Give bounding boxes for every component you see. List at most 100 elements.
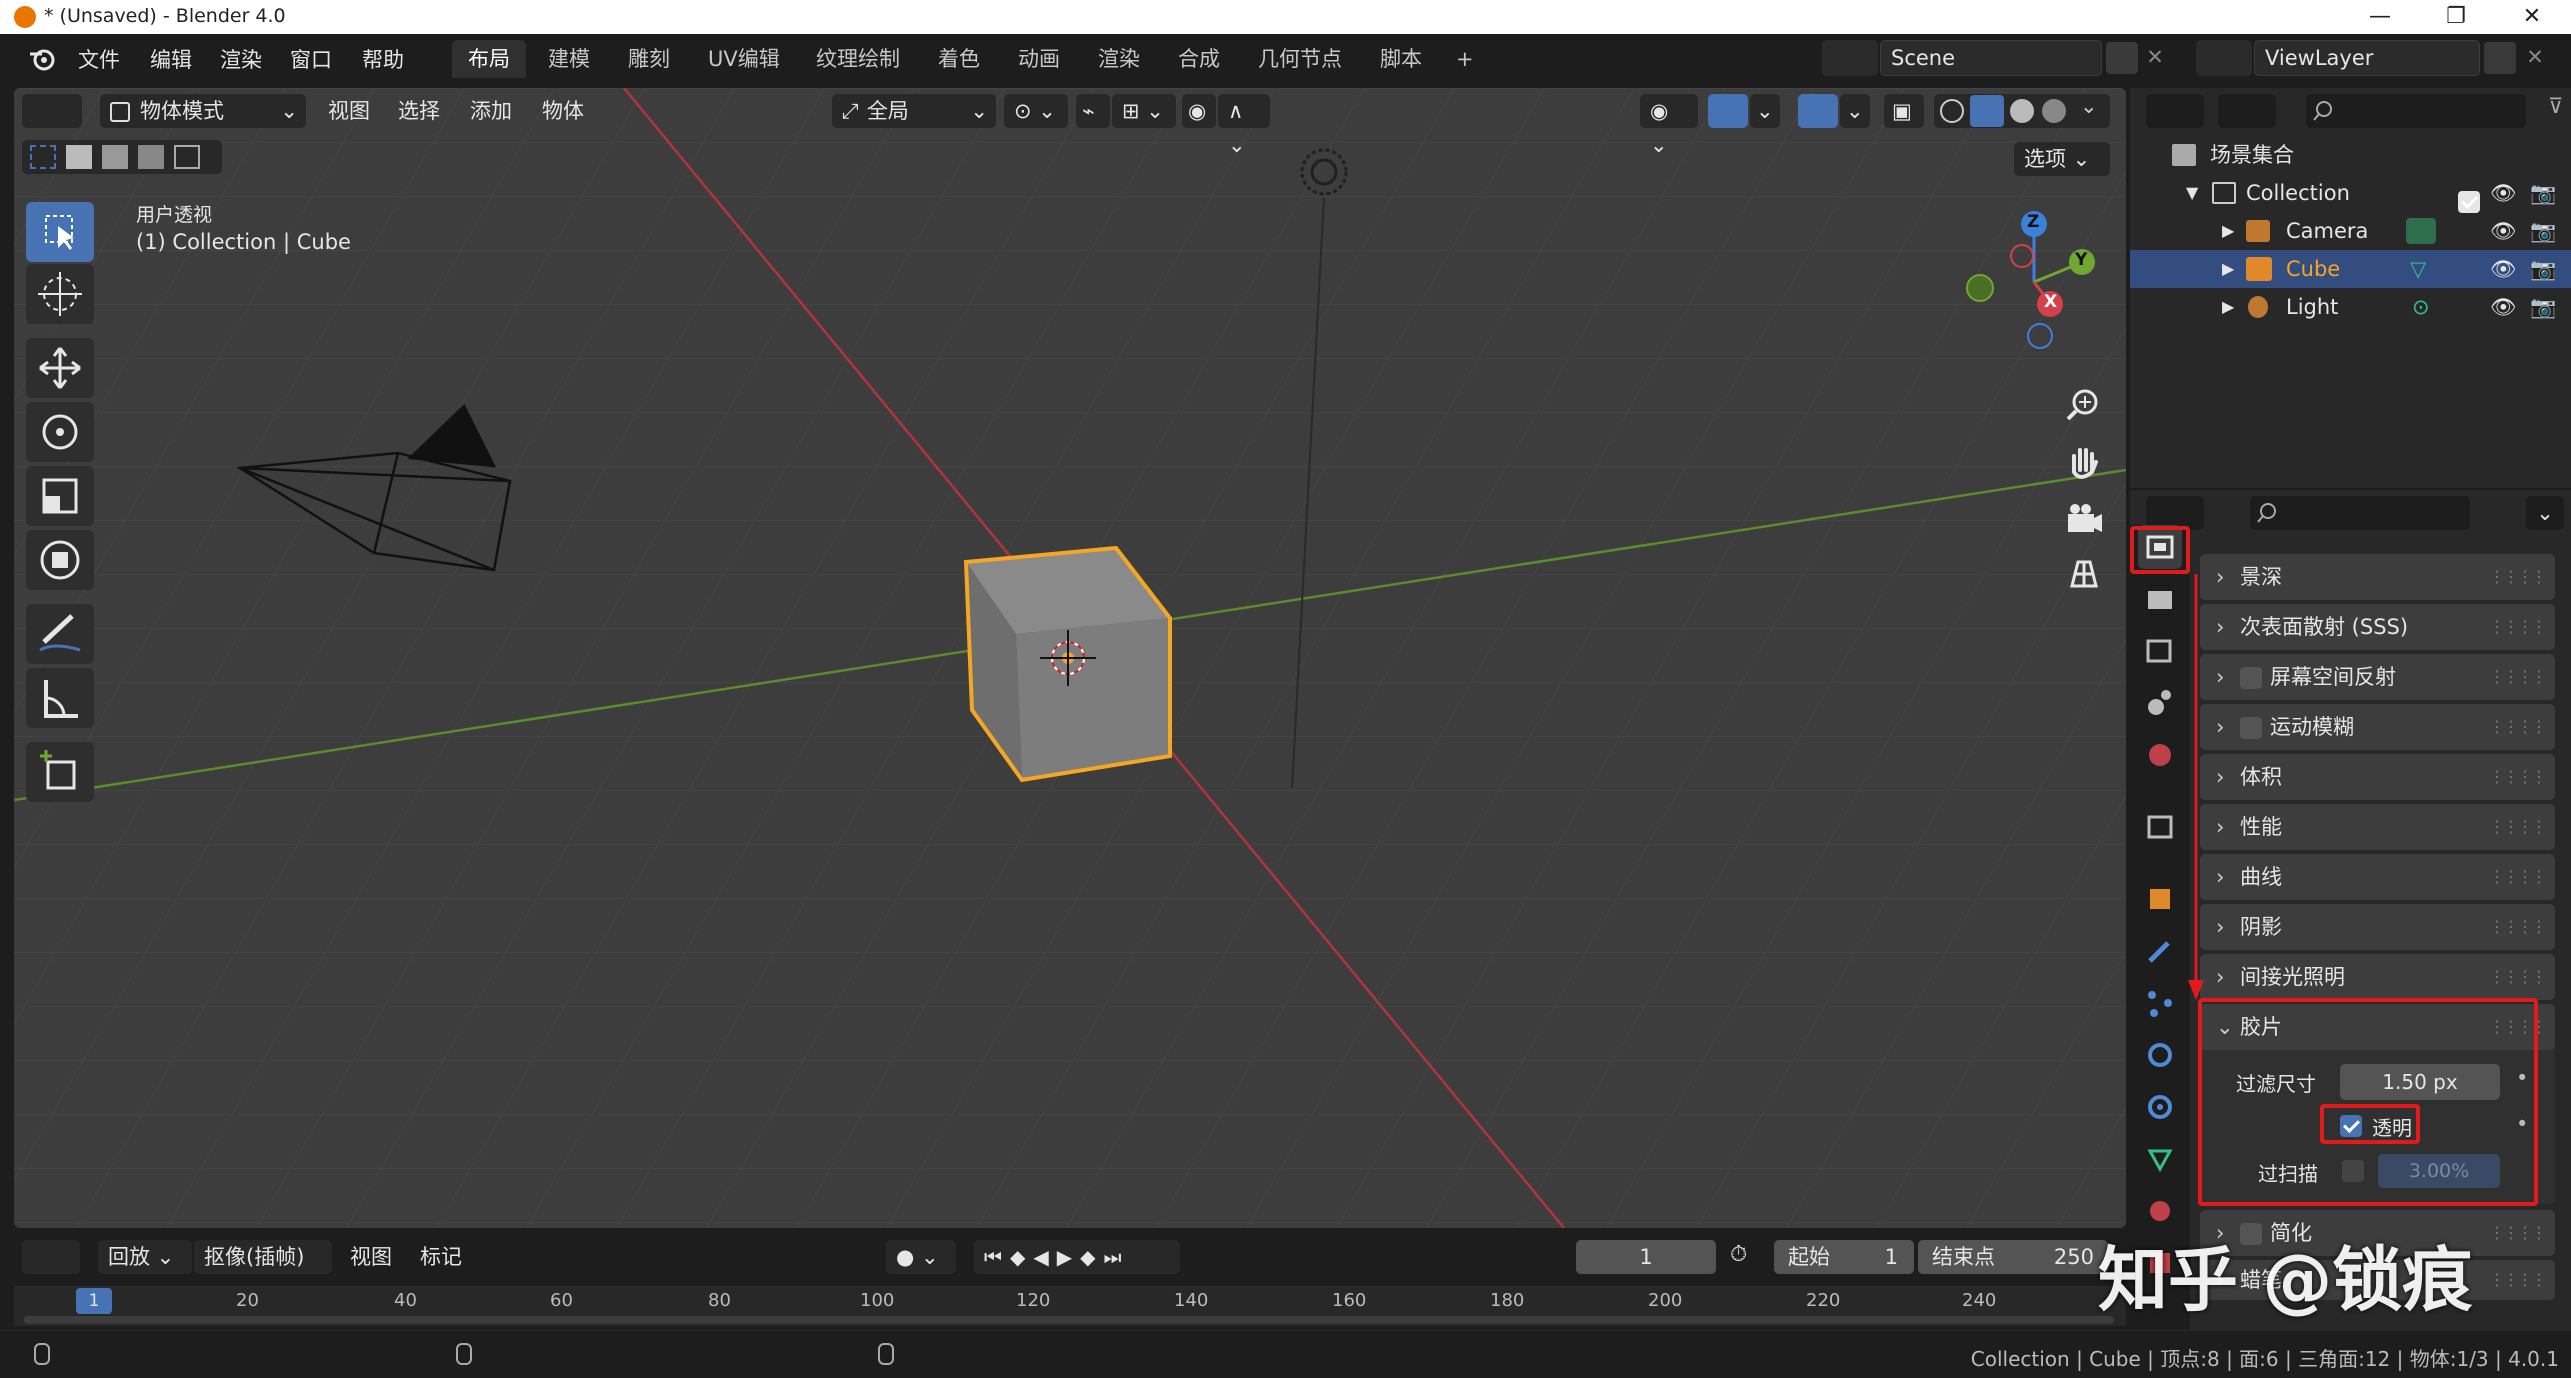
timeline-editor-type-icon[interactable] <box>22 1240 80 1274</box>
mesh-data-icon[interactable]: ▽ <box>2410 250 2426 288</box>
select-invert-icon[interactable] <box>138 145 164 169</box>
visibility-dropdown[interactable]: ◉ ⌄ <box>1640 94 1698 157</box>
data-properties-tab[interactable] <box>2138 1137 2182 1181</box>
cursor-tool[interactable] <box>26 264 94 324</box>
tab-animation[interactable]: 动画 <box>1002 40 1076 78</box>
properties-options-dropdown[interactable]: ⌄ <box>2526 496 2564 530</box>
playback-dropdown[interactable]: 回放 ⌄ <box>98 1240 192 1274</box>
object-properties-tab[interactable] <box>2138 877 2182 921</box>
current-frame-field[interactable]: 1 <box>1576 1240 1716 1274</box>
tab-uv-editing[interactable]: UV编辑 <box>692 40 796 78</box>
pan-hand-icon[interactable] <box>2058 438 2108 488</box>
panel-curves[interactable]: › 曲线 ⋮⋮⋮⋮ <box>2200 854 2555 900</box>
select-box-tool[interactable] <box>26 202 94 262</box>
snap-target-dropdown[interactable]: ⊞ ⌄ <box>1112 94 1176 128</box>
expand-arrow-icon[interactable]: ▶ <box>2222 250 2234 288</box>
outliner-row-camera[interactable]: ▶ Camera 👁 📷 <box>2130 212 2571 250</box>
move-tool[interactable] <box>26 338 94 398</box>
camera-view-icon[interactable] <box>2058 494 2108 544</box>
tab-modeling[interactable]: 建模 <box>532 40 606 78</box>
add-cube-tool[interactable] <box>26 742 94 802</box>
world-properties-tab[interactable] <box>2138 733 2182 777</box>
playback-controls[interactable]: ⏮◆◀▶◆⏭ <box>974 1240 1180 1274</box>
menu-help[interactable]: 帮助 <box>362 44 404 74</box>
collection-properties-tab[interactable] <box>2138 805 2182 849</box>
scale-tool[interactable] <box>26 466 94 526</box>
tab-rendering[interactable]: 渲染 <box>1082 40 1156 78</box>
view-layer-selector-icon[interactable] <box>2196 40 2252 76</box>
view-layer-name-field[interactable]: ViewLayer <box>2254 40 2480 76</box>
panel-depth-of-field[interactable]: › 景深 ⋮⋮⋮⋮ <box>2200 554 2555 600</box>
end-frame-field[interactable]: 结束点 250 <box>1918 1240 2108 1274</box>
options-dropdown[interactable]: 选项 ⌄ <box>2014 142 2110 176</box>
transform-tool[interactable] <box>26 530 94 590</box>
panel-motion-blur[interactable]: › 运动模糊 ⋮⋮⋮⋮ <box>2200 704 2555 750</box>
camera-render-icon[interactable]: 📷 <box>2530 174 2556 212</box>
start-frame-field[interactable]: 起始 1 <box>1774 1240 1914 1274</box>
view-layer-properties-tab[interactable] <box>2138 629 2182 673</box>
timeline-view-menu[interactable]: 视图 <box>350 1240 392 1274</box>
menu-window[interactable]: 窗口 <box>290 44 332 74</box>
menu-file[interactable]: 文件 <box>78 44 120 74</box>
timeline-scrollbar[interactable] <box>24 1316 2114 1324</box>
expand-arrow-icon[interactable]: ▶ <box>2222 212 2234 250</box>
camera-render-icon[interactable]: 📷 <box>2530 250 2556 288</box>
mode-dropdown[interactable]: 物体模式 ⌄ <box>100 94 306 128</box>
physics-properties-tab[interactable] <box>2138 1033 2182 1077</box>
panel-indirect-lighting[interactable]: › 间接光照明 ⋮⋮⋮⋮ <box>2200 954 2555 1000</box>
zoom-icon[interactable] <box>2058 380 2108 430</box>
camera-render-icon[interactable]: 📷 <box>2530 288 2556 326</box>
eye-icon[interactable]: 👁 <box>2490 250 2517 288</box>
tab-scripting[interactable]: 脚本 <box>1364 40 1438 78</box>
panel-shadows[interactable]: › 阴影 ⋮⋮⋮⋮ <box>2200 904 2555 950</box>
3d-viewport[interactable]: 物体模式 ⌄ 视图 选择 添加 物体 ⤢ 全局 ⌄ ⊙ ⌄ ⌁ ⊞ ⌄ ◉ ∧ ⌄ ◉… <box>14 88 2126 1228</box>
delete-view-layer-icon[interactable]: ✕ <box>2520 40 2550 74</box>
snap-toggle-icon[interactable]: ⌁ <box>1076 94 1110 128</box>
add-workspace-button[interactable]: + <box>1440 40 1490 78</box>
playhead[interactable]: 1 <box>76 1288 112 1314</box>
pivot-point-dropdown[interactable]: ⊙ ⌄ <box>1004 94 1068 128</box>
camera-render-icon[interactable]: 📷 <box>2530 212 2556 250</box>
ssr-checkbox[interactable] <box>2240 667 2262 689</box>
rotate-tool[interactable] <box>26 402 94 462</box>
output-properties-tab[interactable] <box>2138 577 2182 621</box>
timeline-ruler[interactable]: 1 20 40 60 80 100 120 140 160 180 200 22… <box>14 1286 2126 1326</box>
measure-tool[interactable] <box>26 668 94 728</box>
gizmo-dropdown[interactable]: ⌄ <box>1750 94 1780 128</box>
select-extend-icon[interactable] <box>66 145 92 169</box>
eye-icon[interactable]: 👁 <box>2490 212 2517 250</box>
editor-type-icon[interactable] <box>22 94 82 128</box>
expand-arrow-icon[interactable]: ▼ <box>2186 174 2198 212</box>
timeline-marker-menu[interactable]: 标记 <box>420 1240 462 1274</box>
tab-sculpting[interactable]: 雕刻 <box>612 40 686 78</box>
eye-icon[interactable]: 👁 <box>2490 288 2517 326</box>
panel-performance[interactable]: › 性能 ⋮⋮⋮⋮ <box>2200 804 2555 850</box>
keying-dropdown[interactable]: 抠像(插帧) ⌄ <box>194 1240 332 1303</box>
shading-dropdown[interactable]: ⌄ <box>2080 94 2098 118</box>
close-window-button[interactable]: ✕ <box>2494 0 2570 34</box>
menu-view[interactable]: 视图 <box>328 94 370 128</box>
minimize-button[interactable]: — <box>2342 0 2418 34</box>
eye-icon[interactable]: 👁 <box>2490 174 2517 212</box>
wireframe-shading-icon[interactable] <box>1940 99 1964 123</box>
transform-orientation-dropdown[interactable]: ⤢ 全局 ⌄ <box>832 94 996 128</box>
tab-layout[interactable]: 布局 <box>452 40 526 78</box>
tab-compositing[interactable]: 合成 <box>1162 40 1236 78</box>
outliner-row-collection[interactable]: ▼ Collection 👁 📷 <box>2130 174 2571 213</box>
camera-data-icon[interactable] <box>2406 218 2436 244</box>
proportional-edit-icon[interactable]: ◉ <box>1182 94 1216 128</box>
menu-edit[interactable]: 编辑 <box>150 44 192 74</box>
scene-properties-tab[interactable] <box>2138 681 2182 725</box>
falloff-dropdown[interactable]: ∧ ⌄ <box>1218 94 1270 157</box>
select-new-icon[interactable] <box>30 145 56 169</box>
perspective-toggle-icon[interactable] <box>2058 550 2108 600</box>
menu-object[interactable]: 物体 <box>542 94 584 128</box>
solid-shading-icon[interactable] <box>1970 95 2004 127</box>
scene-name-field[interactable]: Scene <box>1880 40 2102 76</box>
select-intersect-icon[interactable] <box>174 145 200 169</box>
delete-scene-icon[interactable]: ✕ <box>2140 40 2170 74</box>
properties-search-input[interactable] <box>2250 496 2470 530</box>
panel-volumetrics[interactable]: › 体积 ⋮⋮⋮⋮ <box>2200 754 2555 800</box>
panel-subsurface-scattering[interactable]: › 次表面散射 (SSS) ⋮⋮⋮⋮ <box>2200 604 2555 650</box>
motion-blur-checkbox[interactable] <box>2240 717 2262 739</box>
